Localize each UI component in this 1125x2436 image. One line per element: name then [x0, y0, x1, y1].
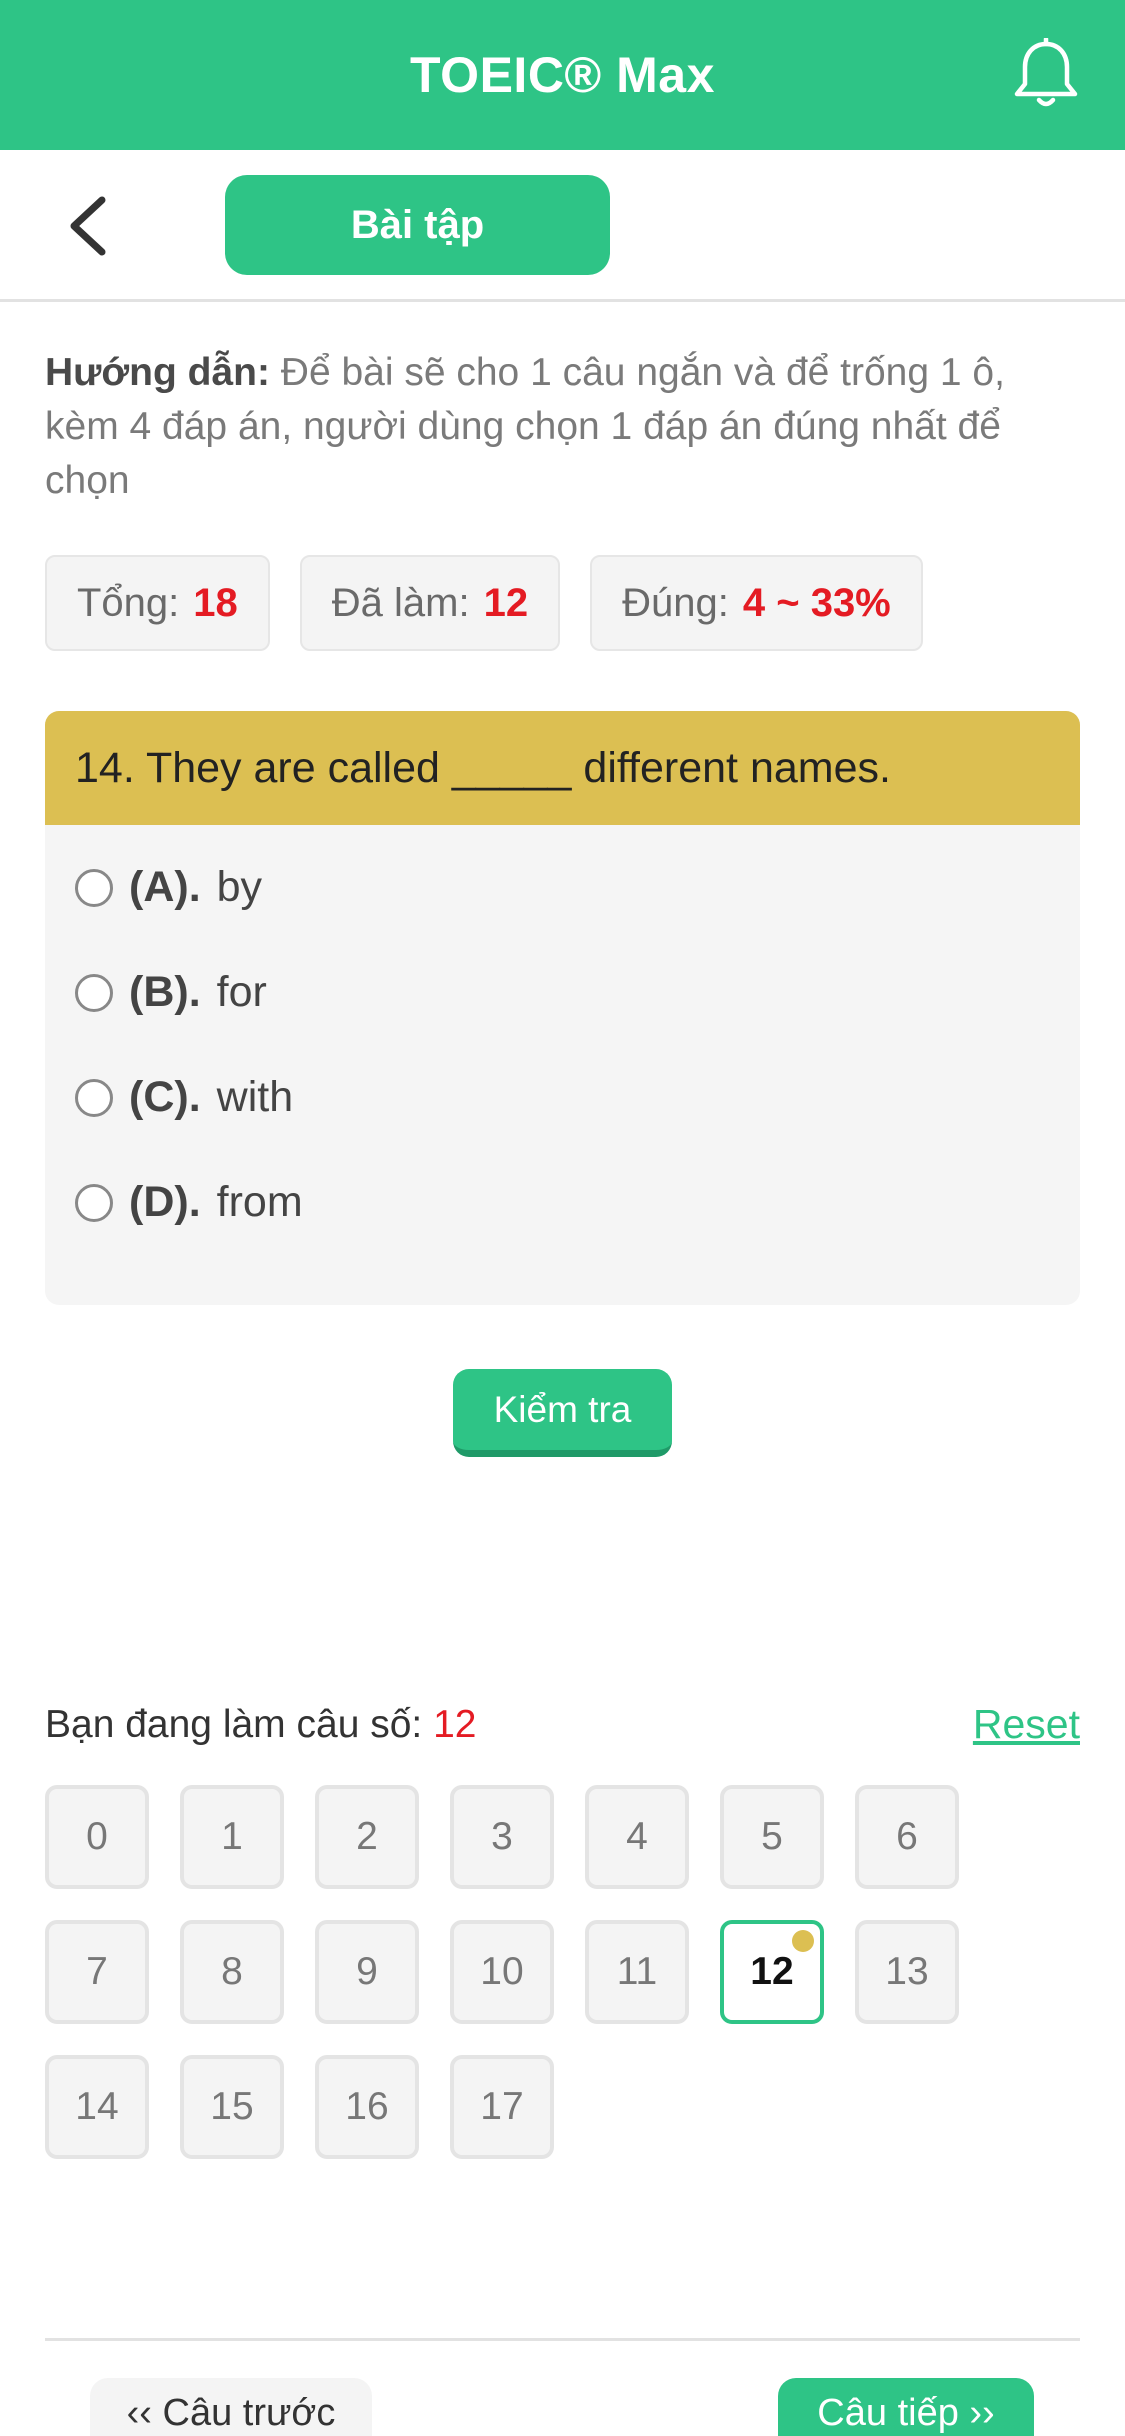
question-number-label: 7 — [86, 1950, 108, 1993]
question-number-label: 8 — [221, 1950, 243, 1993]
question-number-label: 16 — [345, 2085, 389, 2128]
check-button[interactable]: Kiểm tra — [453, 1369, 672, 1457]
app-title: TOEIC® Max — [410, 47, 715, 103]
option-a[interactable]: (A). by — [45, 835, 1080, 940]
question-number-label: 1 — [221, 1815, 243, 1858]
divider — [45, 2338, 1080, 2341]
question-number-label: 12 — [750, 1950, 794, 1993]
question-text: 14. They are called _____ different name… — [45, 711, 1080, 825]
option-text: with — [216, 1073, 294, 1121]
option-letter: (C). — [129, 1073, 201, 1121]
question-number-cell[interactable]: 7 — [45, 1920, 149, 2024]
app-root: TOEIC® Max Bài tập Hướng dẫn: Để bài sẽ … — [0, 0, 1125, 2436]
stat-total-value: 18 — [193, 580, 238, 625]
option-c[interactable]: (C). with — [45, 1045, 1080, 1150]
option-letter: (B). — [129, 968, 201, 1016]
radio-button[interactable] — [75, 868, 113, 907]
question-number-label: 9 — [356, 1950, 378, 1993]
question-number-label: 10 — [480, 1950, 524, 1993]
question-number-label: 4 — [626, 1815, 648, 1858]
question-number-label: 17 — [480, 2085, 524, 2128]
tab-exercises[interactable]: Bài tập — [225, 175, 610, 275]
question-number-cell[interactable]: 5 — [720, 1785, 824, 1889]
question-number-cell[interactable]: 6 — [855, 1785, 959, 1889]
answer-options: (A). by (B). for (C). with (D). from — [45, 825, 1080, 1255]
question-number-label: 11 — [616, 1950, 658, 1993]
stats-row: Tổng: 18 Đã làm: 12 Đúng: 4 ~ 33% — [45, 555, 923, 651]
instructions-text: Hướng dẫn: Để bài sẽ cho 1 câu ngắn và đ… — [45, 346, 1085, 508]
question-number-cell[interactable]: 12 — [720, 1920, 824, 2024]
prev-question-button[interactable]: ‹‹ Câu trước — [90, 2378, 372, 2436]
question-number-cell[interactable]: 4 — [585, 1785, 689, 1889]
question-number-cell[interactable]: 17 — [450, 2055, 554, 2159]
stat-total-label: Tổng: — [77, 580, 180, 625]
current-question-label: Bạn đang làm câu số: 12 — [45, 1703, 476, 1747]
stat-done-label: Đã làm: — [331, 580, 470, 625]
option-letter: (D). — [129, 1178, 201, 1226]
stat-done: Đã làm: 12 — [299, 555, 561, 651]
next-question-button[interactable]: Câu tiếp ›› — [778, 2378, 1034, 2436]
radio-button[interactable] — [75, 1183, 113, 1222]
option-text: by — [216, 863, 263, 911]
question-number-cell[interactable]: 10 — [450, 1920, 554, 2024]
bell-icon[interactable] — [1011, 38, 1081, 112]
question-number-cell[interactable]: 14 — [45, 2055, 149, 2159]
stat-correct-value: 4 ~ 33% — [742, 580, 891, 625]
question-number-label: 15 — [210, 2085, 254, 2128]
question-number-cell[interactable]: 0 — [45, 1785, 149, 1889]
option-text: for — [216, 968, 267, 1016]
current-indicator-dot — [792, 1930, 814, 1952]
question-card: 14. They are called _____ different name… — [45, 711, 1080, 1305]
stat-correct-label: Đúng: — [622, 580, 729, 625]
question-number-cell[interactable]: 8 — [180, 1920, 284, 2024]
question-number-cell[interactable]: 13 — [855, 1920, 959, 2024]
question-number-label: 3 — [491, 1815, 513, 1858]
question-number-label: 0 — [86, 1815, 108, 1858]
option-d[interactable]: (D). from — [45, 1150, 1080, 1255]
app-header: TOEIC® Max — [0, 0, 1125, 150]
question-number-cell[interactable]: 3 — [450, 1785, 554, 1889]
question-number-cell[interactable]: 9 — [315, 1920, 419, 2024]
question-number-cell[interactable]: 2 — [315, 1785, 419, 1889]
question-number-grid: 0 1 2 3 4 5 6 7 8 9 10 11 12 13 14 15 16 17 — [45, 1785, 1085, 2159]
radio-button[interactable] — [75, 1078, 113, 1117]
stat-correct: Đúng: 4 ~ 33% — [590, 555, 923, 651]
question-number-label: 13 — [885, 1950, 929, 1993]
instructions-label: Hướng dẫn: — [45, 351, 270, 394]
option-b[interactable]: (B). for — [45, 940, 1080, 1045]
sub-toolbar: Bài tập — [0, 150, 1125, 302]
question-number-cell[interactable]: 16 — [315, 2055, 419, 2159]
option-text: from — [216, 1178, 303, 1226]
current-question-number: 12 — [433, 1703, 477, 1746]
question-number-label: 14 — [75, 2085, 119, 2128]
question-number-label: 6 — [896, 1815, 918, 1858]
current-question-text: Bạn đang làm câu số: — [45, 1703, 423, 1746]
stat-done-value: 12 — [483, 580, 529, 625]
option-letter: (A). — [129, 863, 201, 911]
question-number-cell[interactable]: 15 — [180, 2055, 284, 2159]
stat-total: Tổng: 18 — [45, 555, 270, 651]
question-number-label: 5 — [761, 1815, 783, 1858]
reset-link[interactable]: Reset — [973, 1701, 1080, 1748]
question-number-cell[interactable]: 11 — [585, 1920, 689, 2024]
question-number-label: 2 — [356, 1815, 378, 1858]
radio-button[interactable] — [75, 973, 113, 1012]
question-number-cell[interactable]: 1 — [180, 1785, 284, 1889]
chevron-left-icon[interactable] — [62, 194, 118, 258]
